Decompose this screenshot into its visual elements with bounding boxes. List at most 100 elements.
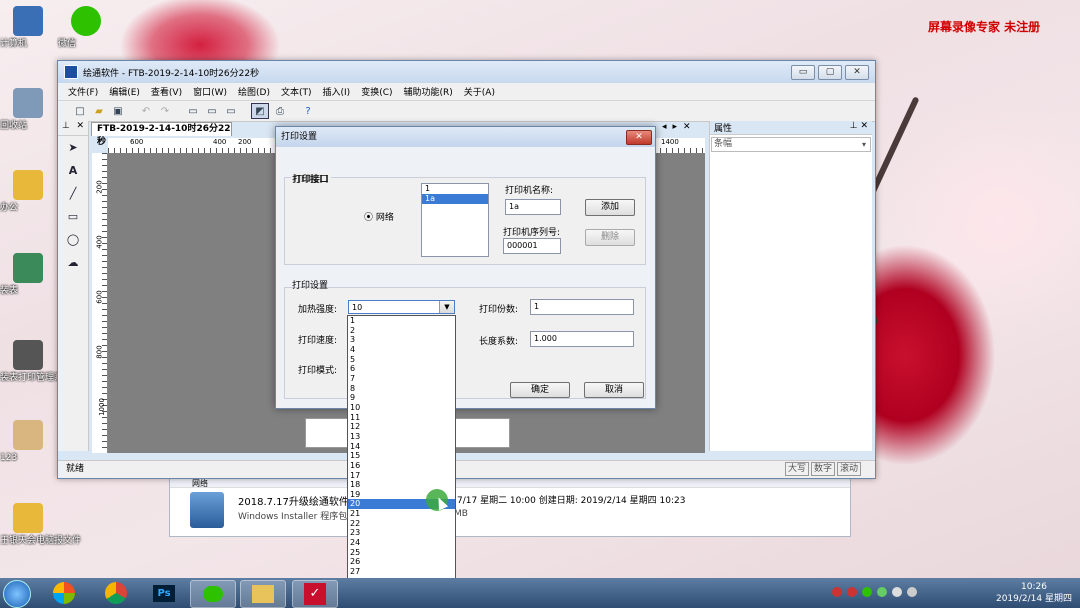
delete-button[interactable]: 删除 xyxy=(585,229,635,246)
dropdown-option[interactable]: 1 xyxy=(348,316,455,326)
desktop-icon-office[interactable]: 办公 xyxy=(0,170,56,213)
list-item[interactable]: 1a xyxy=(422,194,488,204)
properties-object-select[interactable]: 条幅 xyxy=(711,137,871,152)
dropdown-option[interactable]: 13 xyxy=(348,432,455,442)
open-folder-icon[interactable]: ▰ xyxy=(91,104,107,118)
chevron-down-icon[interactable]: ▼ xyxy=(439,301,454,313)
chrome-icon[interactable] xyxy=(94,580,138,606)
select-arrow-icon[interactable]: ➤ xyxy=(58,136,88,159)
ok-button[interactable]: 确定 xyxy=(510,382,570,398)
desktop-icon-print-manager[interactable]: 装表打印管理系统 xyxy=(0,340,72,383)
dropdown-option[interactable]: 24 xyxy=(348,538,455,548)
cancel-button[interactable]: 取消 xyxy=(584,382,644,398)
new-file-icon[interactable]: □ xyxy=(72,104,88,118)
dropdown-option[interactable]: 12 xyxy=(348,422,455,432)
undo-icon[interactable]: ↶ xyxy=(138,104,154,118)
document-tab[interactable]: FTB-2019-2-14-10时26分22秒 xyxy=(91,122,232,147)
desktop-icon-report-folder[interactable]: 王银天会电脑报文件 xyxy=(0,503,81,546)
wechat-icon[interactable] xyxy=(190,580,236,608)
close-button[interactable]: ✕ xyxy=(845,65,869,80)
menu-text[interactable]: 文本(T) xyxy=(281,85,312,98)
dropdown-option[interactable]: 14 xyxy=(348,442,455,452)
dropdown-option[interactable]: 22 xyxy=(348,519,455,529)
menu-assist[interactable]: 辅助功能(R) xyxy=(404,85,453,98)
copies-field[interactable]: 1 xyxy=(530,299,634,315)
dropdown-option[interactable]: 15 xyxy=(348,451,455,461)
help-icon[interactable]: ? xyxy=(300,104,316,118)
menu-transform[interactable]: 变换(C) xyxy=(361,85,392,98)
network-radio[interactable]: ⦿ 网络 xyxy=(364,210,394,223)
menu-insert[interactable]: 插入(I) xyxy=(323,85,351,98)
file-name[interactable]: 2018.7.17升级绘通软件 xyxy=(238,493,349,508)
list-item[interactable]: 1 xyxy=(422,184,488,194)
menu-about[interactable]: 关于(A) xyxy=(464,85,495,98)
add-button[interactable]: 添加 xyxy=(585,199,635,216)
dropdown-option[interactable]: 9 xyxy=(348,393,455,403)
dropdown-option[interactable]: 17 xyxy=(348,471,455,481)
qq-icon[interactable] xyxy=(832,587,842,597)
desktop-icon-wechat[interactable]: 微信 xyxy=(58,6,114,49)
dropdown-option[interactable]: 6 xyxy=(348,364,455,374)
start-button[interactable] xyxy=(3,580,31,608)
dropdown-option[interactable]: 4 xyxy=(348,345,455,355)
desktop-icon-zhuangbiao[interactable]: 装表 xyxy=(0,253,56,296)
freeform-tool-icon[interactable]: ☁ xyxy=(58,251,88,274)
menu-edit[interactable]: 编辑(E) xyxy=(109,85,140,98)
dropdown-option[interactable]: 5 xyxy=(348,355,455,365)
tab-nav-arrows[interactable]: ◂▸✕ xyxy=(662,122,697,132)
menu-view[interactable]: 查看(V) xyxy=(151,85,182,98)
print-preview-icon[interactable]: ◩ xyxy=(251,103,269,119)
dropdown-option[interactable]: 10 xyxy=(348,403,455,413)
network-icon[interactable] xyxy=(892,587,902,597)
volume-icon[interactable] xyxy=(907,587,917,597)
installer-file-icon[interactable] xyxy=(190,492,224,528)
explorer-icon[interactable] xyxy=(240,580,286,608)
dropdown-option[interactable]: 11 xyxy=(348,413,455,423)
close-panel-icon[interactable]: ✕ xyxy=(76,121,84,135)
line-tool-icon[interactable]: ╱ xyxy=(58,182,88,205)
qq-icon[interactable] xyxy=(847,587,857,597)
dialog-close-button[interactable]: ✕ xyxy=(626,130,652,145)
align-icon[interactable]: ▭ xyxy=(185,104,201,118)
properties-close-icon[interactable]: ⊥ ✕ xyxy=(850,121,868,134)
dropdown-option[interactable]: 26 xyxy=(348,557,455,567)
clock[interactable]: 10:26 2019/2/14 星期四 xyxy=(996,581,1072,605)
pin-icon[interactable]: ⊥ xyxy=(62,121,70,135)
dropdown-option[interactable]: 3 xyxy=(348,335,455,345)
window-titlebar[interactable]: 绘通软件 - FTB-2019-2-14-10时26分22秒 ▭ ▢ ✕ xyxy=(58,61,875,83)
save-icon[interactable]: ▣ xyxy=(110,104,126,118)
desktop-icon-recycle-bin[interactable]: 回收站 xyxy=(0,88,56,131)
group-icon[interactable]: ▭ xyxy=(223,104,239,118)
dropdown-option[interactable]: 7 xyxy=(348,374,455,384)
desktop-icon-computer[interactable]: 计算机 xyxy=(0,6,56,49)
heat-combobox[interactable]: 10 ▼ xyxy=(348,300,455,314)
serial-field[interactable]: 000001 xyxy=(503,238,561,254)
menu-draw[interactable]: 绘图(D) xyxy=(238,85,270,98)
security-icon[interactable] xyxy=(877,587,887,597)
hui-tong-app-icon[interactable]: ✓ xyxy=(292,580,338,608)
rectangle-tool-icon[interactable]: ▭ xyxy=(58,205,88,228)
heat-dropdown-list[interactable]: 1 2 3 4 5 6 7 8 9 10 11 12 13 14 15 16 17 18 19 20 21 22 23 24 2… xyxy=(347,315,456,608)
dropdown-option[interactable]: 25 xyxy=(348,548,455,558)
print-icon[interactable]: ⎙ xyxy=(272,104,288,118)
text-tool-icon[interactable]: A xyxy=(58,159,88,182)
port-listbox[interactable]: 1 1a xyxy=(421,183,489,257)
dropdown-option[interactable]: 2 xyxy=(348,326,455,336)
wechat-tray-icon[interactable] xyxy=(862,587,872,597)
minimize-button[interactable]: ▭ xyxy=(791,65,815,80)
redo-icon[interactable]: ↷ xyxy=(157,104,173,118)
photoshop-icon[interactable]: Ps xyxy=(142,580,186,606)
desktop-icon-123[interactable]: 123 xyxy=(0,420,56,463)
windows-media-icon[interactable] xyxy=(42,580,86,606)
distribute-icon[interactable]: ▭ xyxy=(204,104,220,118)
menu-window[interactable]: 窗口(W) xyxy=(193,85,227,98)
menu-file[interactable]: 文件(F) xyxy=(68,85,98,98)
dropdown-option[interactable]: 23 xyxy=(348,528,455,538)
dropdown-option[interactable]: 27 xyxy=(348,567,455,577)
length-field[interactable]: 1.000 xyxy=(530,331,634,347)
printer-name-field[interactable]: 1a xyxy=(505,199,561,215)
dropdown-option[interactable]: 16 xyxy=(348,461,455,471)
ellipse-tool-icon[interactable]: ◯ xyxy=(58,228,88,251)
maximize-button[interactable]: ▢ xyxy=(818,65,842,80)
dropdown-option[interactable]: 8 xyxy=(348,384,455,394)
